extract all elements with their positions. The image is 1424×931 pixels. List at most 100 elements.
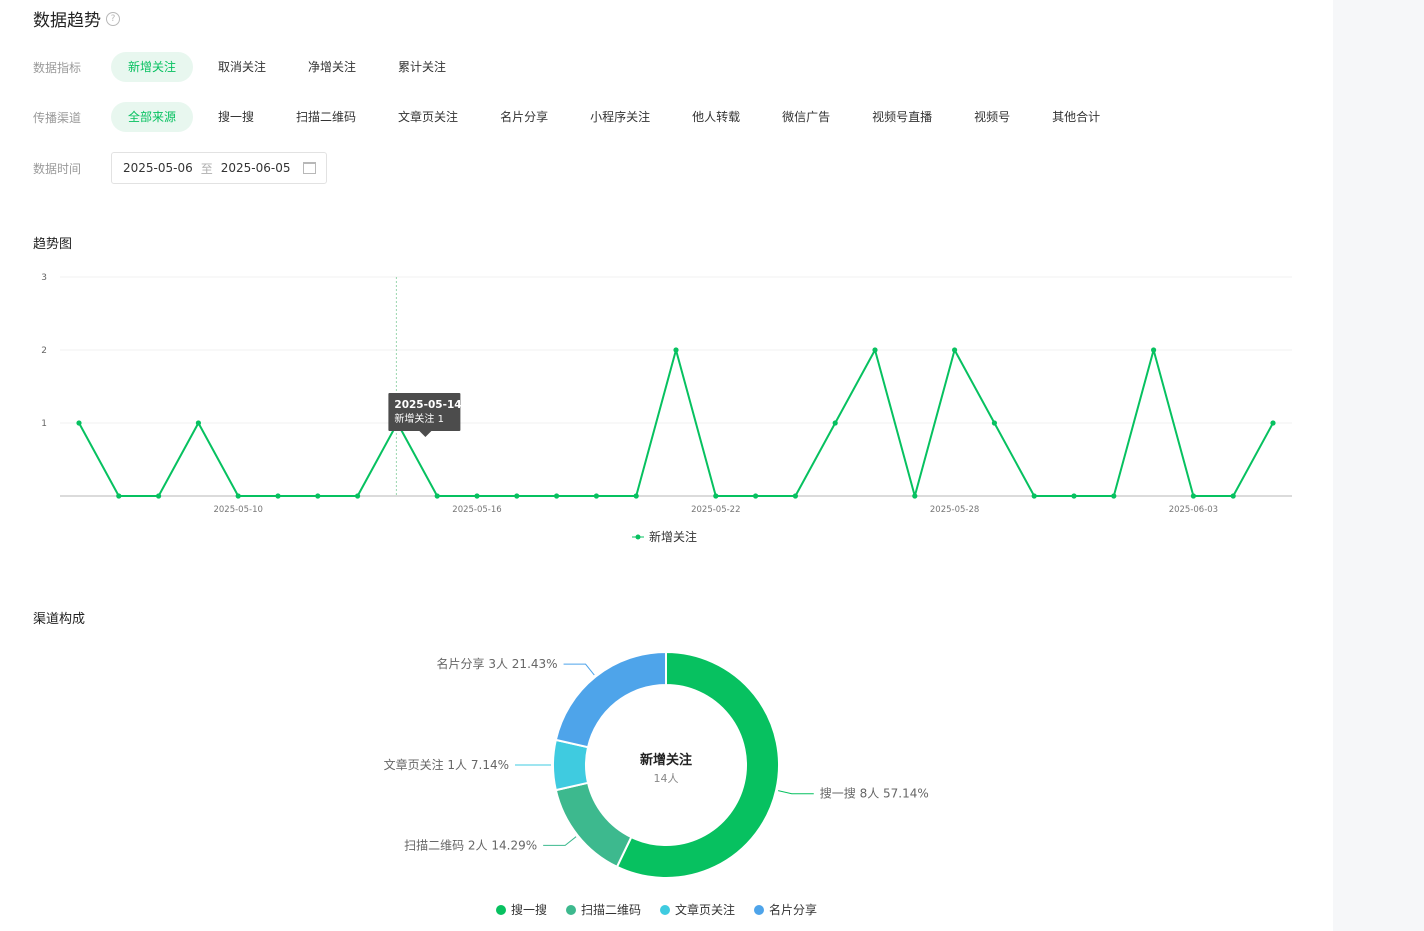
- donut-center-title: 新增关注: [640, 752, 692, 768]
- data-point: [832, 420, 838, 426]
- data-point: [275, 493, 281, 499]
- date-end[interactable]: 2025-06-05: [221, 161, 291, 175]
- data-point: [753, 493, 759, 499]
- donut-slice-扫描二维码: [554, 781, 633, 869]
- data-point: [912, 493, 918, 499]
- data-point: [514, 493, 520, 499]
- slice-leader-line: [563, 663, 595, 676]
- channel-chip-0[interactable]: 全部来源: [111, 102, 194, 132]
- data-point: [991, 420, 998, 426]
- calendar-icon[interactable]: [302, 162, 316, 174]
- donut-center-subtitle: 14人: [654, 772, 679, 785]
- channel-chip-1[interactable]: 搜一搜: [201, 102, 271, 132]
- channel-chip-3[interactable]: 文章页关注: [381, 102, 475, 132]
- metric-chip-3[interactable]: 累计关注: [381, 52, 463, 82]
- metric-filter-label: 数据指标: [33, 60, 82, 75]
- help-icon[interactable]: ?: [106, 11, 120, 26]
- channel-donut-chart: 搜一搜 8人 57.14% 扫描二维码 2人 14.29% 文章页关注 1人 7.1…: [384, 650, 929, 917]
- metric-chip-0[interactable]: 新增关注: [111, 52, 194, 82]
- data-point: [1071, 493, 1077, 499]
- trend-line-chart: 1 2 3 2025-05-10 2025-05-16 2025-05-22 2025-05…: [41, 273, 1292, 544]
- data-point: [554, 493, 560, 499]
- legend-dot-icon: [566, 905, 576, 915]
- slice-label: 扫描二维码 2人 14.29%: [404, 838, 537, 852]
- y-tick-label: 3: [41, 273, 47, 283]
- legend-marker-icon: [635, 534, 641, 540]
- donut-slice-文章页关注: [552, 738, 590, 792]
- date-separator: 至: [200, 161, 213, 176]
- channel-chip-10[interactable]: 其他合计: [1035, 102, 1117, 132]
- data-point: [195, 420, 201, 426]
- data-point: [434, 493, 440, 499]
- time-filter-label: 数据时间: [33, 161, 82, 176]
- slice-label: 搜一搜 8人 57.14%: [820, 786, 929, 801]
- legend-dot-icon: [496, 905, 506, 915]
- metric-chip-2[interactable]: 净增关注: [291, 52, 373, 82]
- data-point: [76, 420, 82, 426]
- data-point: [872, 347, 878, 353]
- data-point: [1270, 420, 1276, 426]
- channel-chip-4[interactable]: 名片分享: [483, 102, 565, 132]
- time-filter-row: 数据时间 2025-05-06 至 2025-06-05: [33, 152, 327, 184]
- data-point: [1031, 493, 1037, 499]
- legend-dot-icon: [754, 905, 764, 915]
- metric-chip-group: 新增关注 取消关注 净增关注 累计关注: [111, 52, 471, 82]
- data-point: [315, 493, 321, 499]
- data-point: [474, 493, 480, 499]
- legend-label-扫描二维码: 扫描二维码: [581, 903, 641, 917]
- channel-chip-7[interactable]: 微信广告: [765, 102, 847, 132]
- data-point: [633, 493, 639, 499]
- page-title: 数据趋势 ?: [33, 6, 120, 31]
- metric-filter-row: 数据指标 新增关注 取消关注 净增关注 累计关注: [33, 52, 471, 82]
- channel-chip-5[interactable]: 小程序关注: [573, 102, 667, 132]
- legend-label: 新增关注: [649, 529, 697, 544]
- legend-dot-icon: [660, 905, 670, 915]
- channel-filter-label: 传播渠道: [33, 110, 82, 125]
- legend-label-文章页关注: 文章页关注: [675, 902, 735, 917]
- x-tick-label: 2025-05-10: [213, 505, 262, 515]
- slice-leader-line: [543, 836, 577, 846]
- date-range-picker[interactable]: 2025-05-06 至 2025-06-05: [111, 152, 327, 184]
- data-point: [792, 493, 799, 499]
- right-gutter: [1333, 0, 1424, 931]
- data-point: [713, 493, 719, 499]
- metric-chip-1[interactable]: 取消关注: [201, 52, 283, 82]
- channel-filter-row: 传播渠道 全部来源 搜一搜 扫描二维码 文章页关注 名片分享 小程序关注 他人转载 微信广告视…: [33, 102, 1125, 132]
- data-point: [355, 493, 361, 499]
- data-point: [235, 493, 241, 499]
- channel-chip-8[interactable]: 视频号直播: [855, 102, 949, 132]
- chart-tooltip: 2025-05-14新增关注 1: [388, 393, 462, 437]
- data-point: [116, 493, 122, 499]
- data-point: [156, 493, 162, 499]
- y-tick-label: 2: [41, 346, 47, 356]
- channel-chip-group: 全部来源 搜一搜 扫描二维码 文章页关注 名片分享 小程序关注 他人转载 微信广告 视频号直播视…: [111, 102, 1125, 132]
- legend-label-搜一搜: 搜一搜: [511, 902, 547, 917]
- donut-slice-名片分享: [554, 650, 667, 749]
- data-point: [593, 493, 600, 499]
- data-point: [1190, 493, 1196, 499]
- x-tick-label: 2025-05-28: [930, 505, 979, 515]
- tooltip-date: 2025-05-14: [394, 399, 461, 411]
- data-point: [952, 347, 958, 353]
- slice-label: 名片分享 3人 21.43%: [437, 656, 558, 671]
- x-tick-label: 2025-06-03: [1169, 505, 1218, 515]
- slice-label: 文章页关注 1人 7.14%: [384, 757, 509, 772]
- tooltip-pointer: [419, 431, 432, 437]
- data-point: [673, 347, 679, 353]
- data-point: [1111, 493, 1117, 499]
- slice-leader-line: [778, 790, 814, 795]
- composition-section-title: 渠道构成: [33, 612, 86, 627]
- main-panel: 数据趋势 ? 数据指标 新增关注 取消关注 净增关注 累计关注 传播渠道 全部来源 搜一…: [0, 0, 1333, 931]
- channel-chip-9[interactable]: 视频号: [957, 102, 1027, 132]
- channel-chip-6[interactable]: 他人转载: [675, 102, 757, 132]
- date-start[interactable]: 2025-05-06: [123, 161, 193, 175]
- channel-chip-2[interactable]: 扫描二维码: [279, 102, 373, 132]
- trend-section-title: 趋势图: [33, 237, 73, 252]
- tooltip-value: 新增关注 1: [394, 412, 444, 425]
- x-tick-label: 2025-05-22: [691, 505, 740, 515]
- x-tick-label: 2025-05-16: [452, 505, 501, 515]
- data-point: [1230, 493, 1236, 499]
- data-point: [1151, 347, 1157, 353]
- legend-label-名片分享: 名片分享: [769, 902, 817, 917]
- y-tick-label: 1: [41, 419, 47, 429]
